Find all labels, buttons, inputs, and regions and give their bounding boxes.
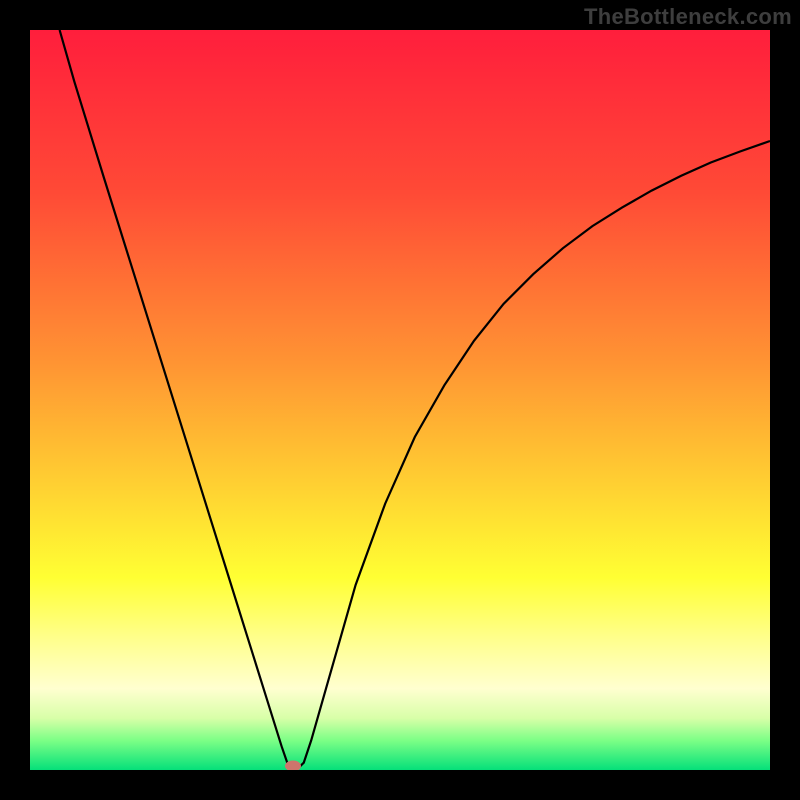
optimum-marker: [285, 761, 301, 770]
watermark-label: TheBottleneck.com: [584, 4, 792, 30]
plot-area: [30, 30, 770, 770]
chart-frame: TheBottleneck.com: [0, 0, 800, 800]
curve-layer: [30, 30, 770, 770]
bottleneck-curve: [60, 30, 770, 770]
